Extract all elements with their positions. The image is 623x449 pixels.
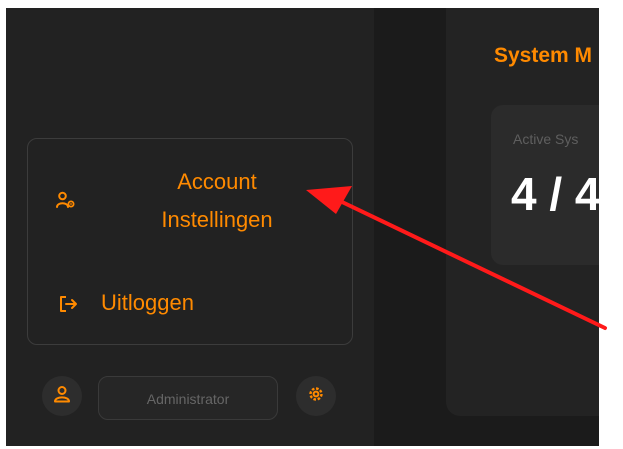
app-window: Account Instellingen Uitloggen Administr… (6, 8, 599, 446)
sidebar: Account Instellingen Uitloggen Administr… (6, 8, 374, 446)
user-icon (53, 385, 71, 408)
user-profile-button[interactable] (42, 376, 82, 416)
user-footer: Administrator (42, 376, 342, 422)
gear-icon (306, 384, 326, 409)
logout-menu-item[interactable]: Uitloggen (28, 287, 352, 321)
stat-card: Active Sys 4 / 4 (491, 105, 599, 265)
dashboard-panel: System M Active Sys 4 / 4 (446, 8, 599, 416)
logout-label: Uitloggen (101, 290, 194, 315)
main-content: System M Active Sys 4 / 4 (374, 8, 599, 446)
section-title: System M (494, 44, 593, 67)
account-menu: Account Instellingen Uitloggen (27, 138, 353, 345)
stat-value: 4 / 4 (511, 168, 599, 220)
stat-label: Active Sys (513, 131, 579, 147)
account-settings-label: Account Instellingen (122, 163, 312, 239)
account-settings-menu-item[interactable]: Account Instellingen (28, 163, 352, 243)
account-settings-label-line2: Instellingen (161, 207, 273, 232)
logout-icon (58, 294, 78, 319)
account-settings-label-line1: Account (177, 169, 257, 194)
user-role-field: Administrator (98, 376, 278, 420)
user-cog-icon (56, 191, 76, 214)
settings-button[interactable] (296, 376, 336, 416)
